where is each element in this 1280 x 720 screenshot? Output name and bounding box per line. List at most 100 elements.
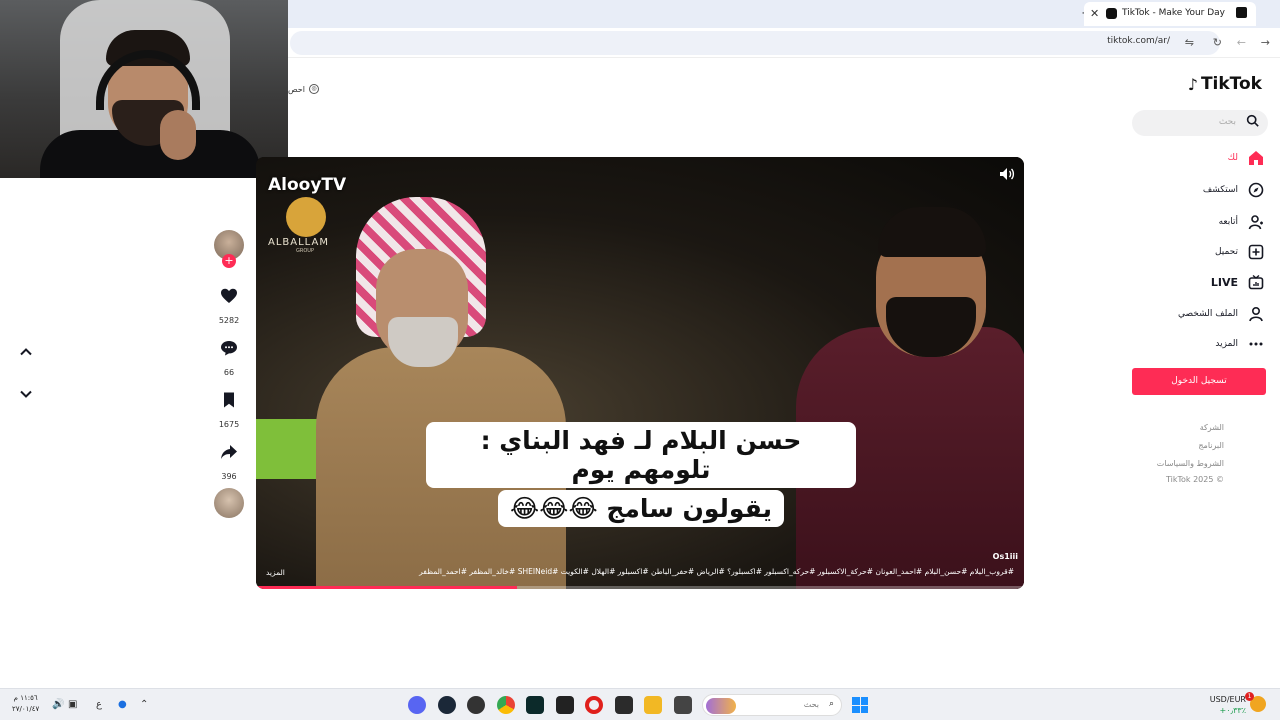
sound-avatar[interactable] [214,488,244,518]
discord-app-icon[interactable] [408,696,426,714]
microphone-icon[interactable]: ● [118,699,127,710]
windows-start-icon[interactable] [852,697,868,713]
previous-video-button[interactable] [10,336,42,368]
taskbar-search-placeholder: بحث [803,700,819,709]
like-button[interactable] [217,284,241,308]
tiktok-logo[interactable]: ♪ TikTok [1188,74,1262,94]
clock-time: ١١:٥٦ م [13,694,38,702]
nav-label: استكشف [1202,185,1238,195]
nav-more[interactable]: المزيد [1215,334,1264,354]
watermark-subtitle-2: GROUP [296,248,314,254]
next-video-button[interactable] [10,378,42,410]
caption-line-2: يقولون سامج 😂😂😂 [498,490,784,527]
creator-handle[interactable]: Os1iii [993,552,1018,561]
footer-program-link[interactable]: البرنامج [1198,441,1224,450]
clock-date: ٢٧/٠١/٤٧ [12,705,40,713]
close-tab-icon[interactable]: ✕ [1090,7,1099,20]
capcut-app-icon[interactable] [556,696,574,714]
comment-icon [221,341,237,356]
fx-label: USD/EUR [1209,695,1246,704]
home-icon [1248,150,1264,166]
tiktok-favicon-icon [1106,8,1117,19]
comment-count: 66 [223,368,235,377]
obs-app-icon[interactable] [467,696,485,714]
search-input[interactable]: بحث [1132,110,1268,136]
reload-icon[interactable]: ↻ [1213,36,1222,49]
chevron-down-icon [20,390,32,398]
keyboard-language[interactable]: ع [96,699,102,710]
chevron-up-icon [20,348,32,356]
footer-terms-link[interactable]: الشروط والسياسات [1157,459,1224,468]
compass-icon [1248,182,1264,198]
more-link[interactable]: المزيد [266,568,285,577]
following-icon [1248,214,1264,230]
video-hashtags[interactable]: #قروب_البلام #حسن_البلام #احمد_العونان #… [419,567,1014,576]
logo-text: TikTok [1200,74,1262,94]
like-count: 5282 [218,316,240,325]
more-icon [1248,336,1264,352]
live-icon [1248,274,1264,290]
webcam-overlay [0,0,288,178]
scene-man-left-beard [388,317,458,367]
editor-app-icon[interactable] [615,696,633,714]
search-highlight-icon [706,698,736,714]
nav-profile[interactable]: الملف الشخصي [1178,304,1264,324]
currency-widget[interactable]: USD/EUR +٠٫٣٣٪ [1210,694,1246,716]
footer-company-link[interactable]: الشركة [1200,423,1224,432]
video-progress-bar[interactable] [256,586,1024,589]
comment-button[interactable] [217,336,241,360]
follow-plus-icon[interactable]: + [222,254,236,268]
notification-badge: 1 [1245,692,1254,701]
tab-title: TikTok - Make Your Day [1122,8,1226,18]
browser-tab[interactable]: ✕ TikTok - Make Your Day [1084,2,1256,26]
network-icon[interactable]: ▣ [68,699,77,710]
search-icon[interactable] [1246,114,1259,127]
video-player[interactable]: AlooyTV ALBALLAM GROUP حسن البلام لـ فهد… [256,157,1024,589]
upload-icon [1248,244,1264,260]
video-progress-fill [256,586,518,589]
save-count: 1675 [218,420,240,429]
chrome-app-icon[interactable] [497,696,515,714]
left-snippet-label: احص [288,84,305,94]
file-explorer-icon[interactable] [644,696,662,714]
share-count: 396 [221,472,237,481]
fx-change: +٠٫٣٣٪ [1219,706,1247,715]
search-placeholder: بحث [1218,117,1236,127]
footer-copyright: TikTok 2025 © [1166,475,1224,484]
nav-label: الملف الشخصي [1178,309,1238,319]
speaker-icon[interactable]: 🔊 [52,699,64,710]
share-button[interactable] [217,440,241,464]
screen: + ✕ TikTok - Make Your Day tiktok.com/ar… [0,0,1280,720]
forward-icon[interactable]: ← [1237,36,1246,49]
nav-label: تحميل [1214,247,1238,257]
steam-app-icon[interactable] [438,696,456,714]
left-snippet[interactable]: احص ◎ [288,84,319,94]
url-text[interactable]: tiktok.com/ar/ [1107,36,1170,46]
nav-upload[interactable]: تحميل [1215,242,1264,262]
nav-label: المزيد [1215,339,1238,349]
taskbar-search-input[interactable]: بحث ⌕ [702,694,842,716]
volume-icon[interactable] [998,165,1016,183]
omnibox[interactable] [290,31,1220,55]
save-button[interactable] [217,388,241,412]
nav-label: LIVE [1210,275,1238,289]
tiktok-note-icon: ♪ [1187,74,1198,94]
video-caption: حسن البلام لـ فهد البناي : تلومهم يوم يق… [426,422,856,527]
bookmark-icon [224,392,234,408]
nav-for-you[interactable]: لك [1228,148,1264,168]
taskbar-clock[interactable]: ١١:٥٦ م ٢٧/٠١/٤٧ [12,693,39,715]
terminal-app-icon[interactable] [526,696,544,714]
nav-explore[interactable]: استكشف [1203,180,1264,200]
nav-label: أتابعه [1218,217,1238,227]
opera-app-icon[interactable] [585,696,603,714]
profile-icon [1248,306,1264,322]
task-view-icon[interactable] [674,696,692,714]
login-button[interactable]: تسجيل الدخول [1132,368,1266,395]
tiktok-app-icon[interactable] [1236,7,1247,18]
nav-following[interactable]: أتابعه [1219,212,1264,232]
show-hidden-icons-icon[interactable]: ⌃ [140,699,148,710]
nav-live[interactable]: LIVE [1211,272,1264,292]
watermark-subtitle: ALBALLAM [268,237,329,248]
site-settings-icon[interactable]: ⇋ [1185,36,1194,49]
back-icon[interactable]: → [1261,36,1270,49]
